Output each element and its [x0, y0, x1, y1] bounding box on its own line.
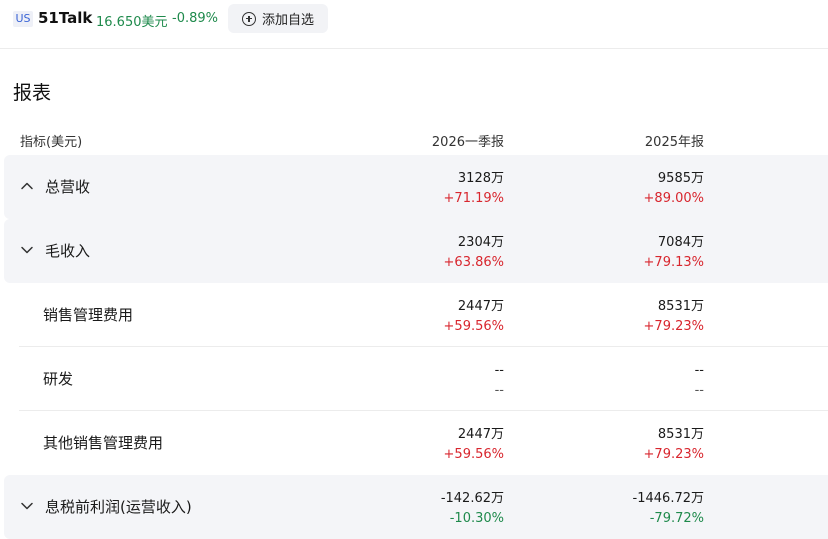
cell-2025annual: -- --: [695, 361, 704, 401]
cell-growth: +79.13%: [643, 255, 704, 270]
row-other-sga: 其他销售管理费用 2447万 +59.56% 8531万 +79.23%: [4, 411, 828, 475]
cell-value: 2447万: [457, 299, 504, 314]
market-badge: US: [13, 11, 33, 27]
cell-2025annual: 9585万 +89.00%: [644, 169, 704, 209]
cell-growth: +71.19%: [443, 191, 504, 206]
cell-2026q1: 3128万 +71.19%: [444, 169, 504, 209]
stock-price: 16.650美元: [96, 15, 168, 30]
cell-2025annual: 7084万 +79.13%: [644, 233, 704, 273]
cell-growth: --: [494, 383, 504, 398]
cell-value: 3128万: [457, 171, 504, 186]
cell-2026q1: 2447万 +59.56%: [444, 297, 504, 337]
cell-2026q1: 2304万 +63.86%: [444, 233, 504, 273]
row-label: 息税前利润(运营收入): [45, 498, 192, 516]
row-gross-income[interactable]: 毛收入 2304万 +63.86% 7084万 +79.13%: [4, 219, 828, 283]
stock-symbol[interactable]: 51Talk: [38, 9, 92, 27]
cell-growth: +79.23%: [643, 447, 704, 462]
cell-2025annual: 8531万 +79.23%: [644, 297, 704, 337]
stock-header: US 51Talk 16.650美元 -0.89% 添加自选: [0, 0, 828, 49]
plus-circle-icon: [241, 11, 256, 26]
row-label: 销售管理费用: [43, 306, 134, 324]
cell-growth: --: [694, 383, 704, 398]
chevron-up-icon[interactable]: [20, 179, 34, 193]
row-label: 其他销售管理费用: [43, 434, 164, 452]
cell-2026q1: -142.62万 -10.30%: [441, 489, 504, 529]
cell-growth: -79.72%: [649, 511, 704, 526]
row-rnd: 研发 -- -- -- --: [4, 347, 828, 411]
cell-growth: +59.56%: [443, 319, 504, 334]
cell-2025annual: 8531万 +79.23%: [644, 425, 704, 465]
chevron-down-icon[interactable]: [20, 499, 34, 513]
cell-growth: +79.23%: [643, 319, 704, 334]
row-label: 总营收: [45, 178, 91, 196]
add-watchlist-label: 添加自选: [261, 13, 314, 28]
cell-value: --: [494, 363, 504, 378]
cell-value: --: [694, 363, 704, 378]
add-watchlist-button[interactable]: 添加自选: [228, 4, 328, 33]
cell-value: -1446.72万: [632, 491, 704, 506]
row-total-revenue[interactable]: 总营收 3128万 +71.19% 9585万 +89.00%: [4, 155, 828, 219]
cell-value: 2447万: [457, 427, 504, 442]
column-header-metric: 指标(美元): [20, 135, 83, 150]
cell-value: 8531万: [657, 299, 704, 314]
cell-value: 7084万: [657, 235, 704, 250]
column-header-2026q1: 2026一季报: [431, 135, 504, 150]
cell-value: 2304万: [457, 235, 504, 250]
cell-growth: +59.56%: [443, 447, 504, 462]
row-sga: 销售管理费用 2447万 +59.56% 8531万 +79.23%: [4, 283, 828, 347]
cell-2026q1: -- --: [495, 361, 504, 401]
chevron-down-icon[interactable]: [20, 243, 34, 257]
cell-growth: +63.86%: [443, 255, 504, 270]
row-label: 研发: [43, 370, 74, 388]
price-change: -0.89%: [172, 11, 218, 26]
row-ebit[interactable]: 息税前利润(运营收入) -142.62万 -10.30% -1446.72万 -…: [4, 475, 828, 539]
cell-value: 9585万: [657, 171, 704, 186]
cell-value: 8531万: [657, 427, 704, 442]
cell-growth: +89.00%: [643, 191, 704, 206]
cell-growth: -10.30%: [449, 511, 504, 526]
column-header-2025annual: 2025年报: [644, 135, 704, 150]
cell-2025annual: -1446.72万 -79.72%: [633, 489, 704, 529]
row-label: 毛收入: [45, 242, 91, 260]
section-title: 报表: [13, 82, 52, 104]
cell-value: -142.62万: [440, 491, 504, 506]
cell-2026q1: 2447万 +59.56%: [444, 425, 504, 465]
